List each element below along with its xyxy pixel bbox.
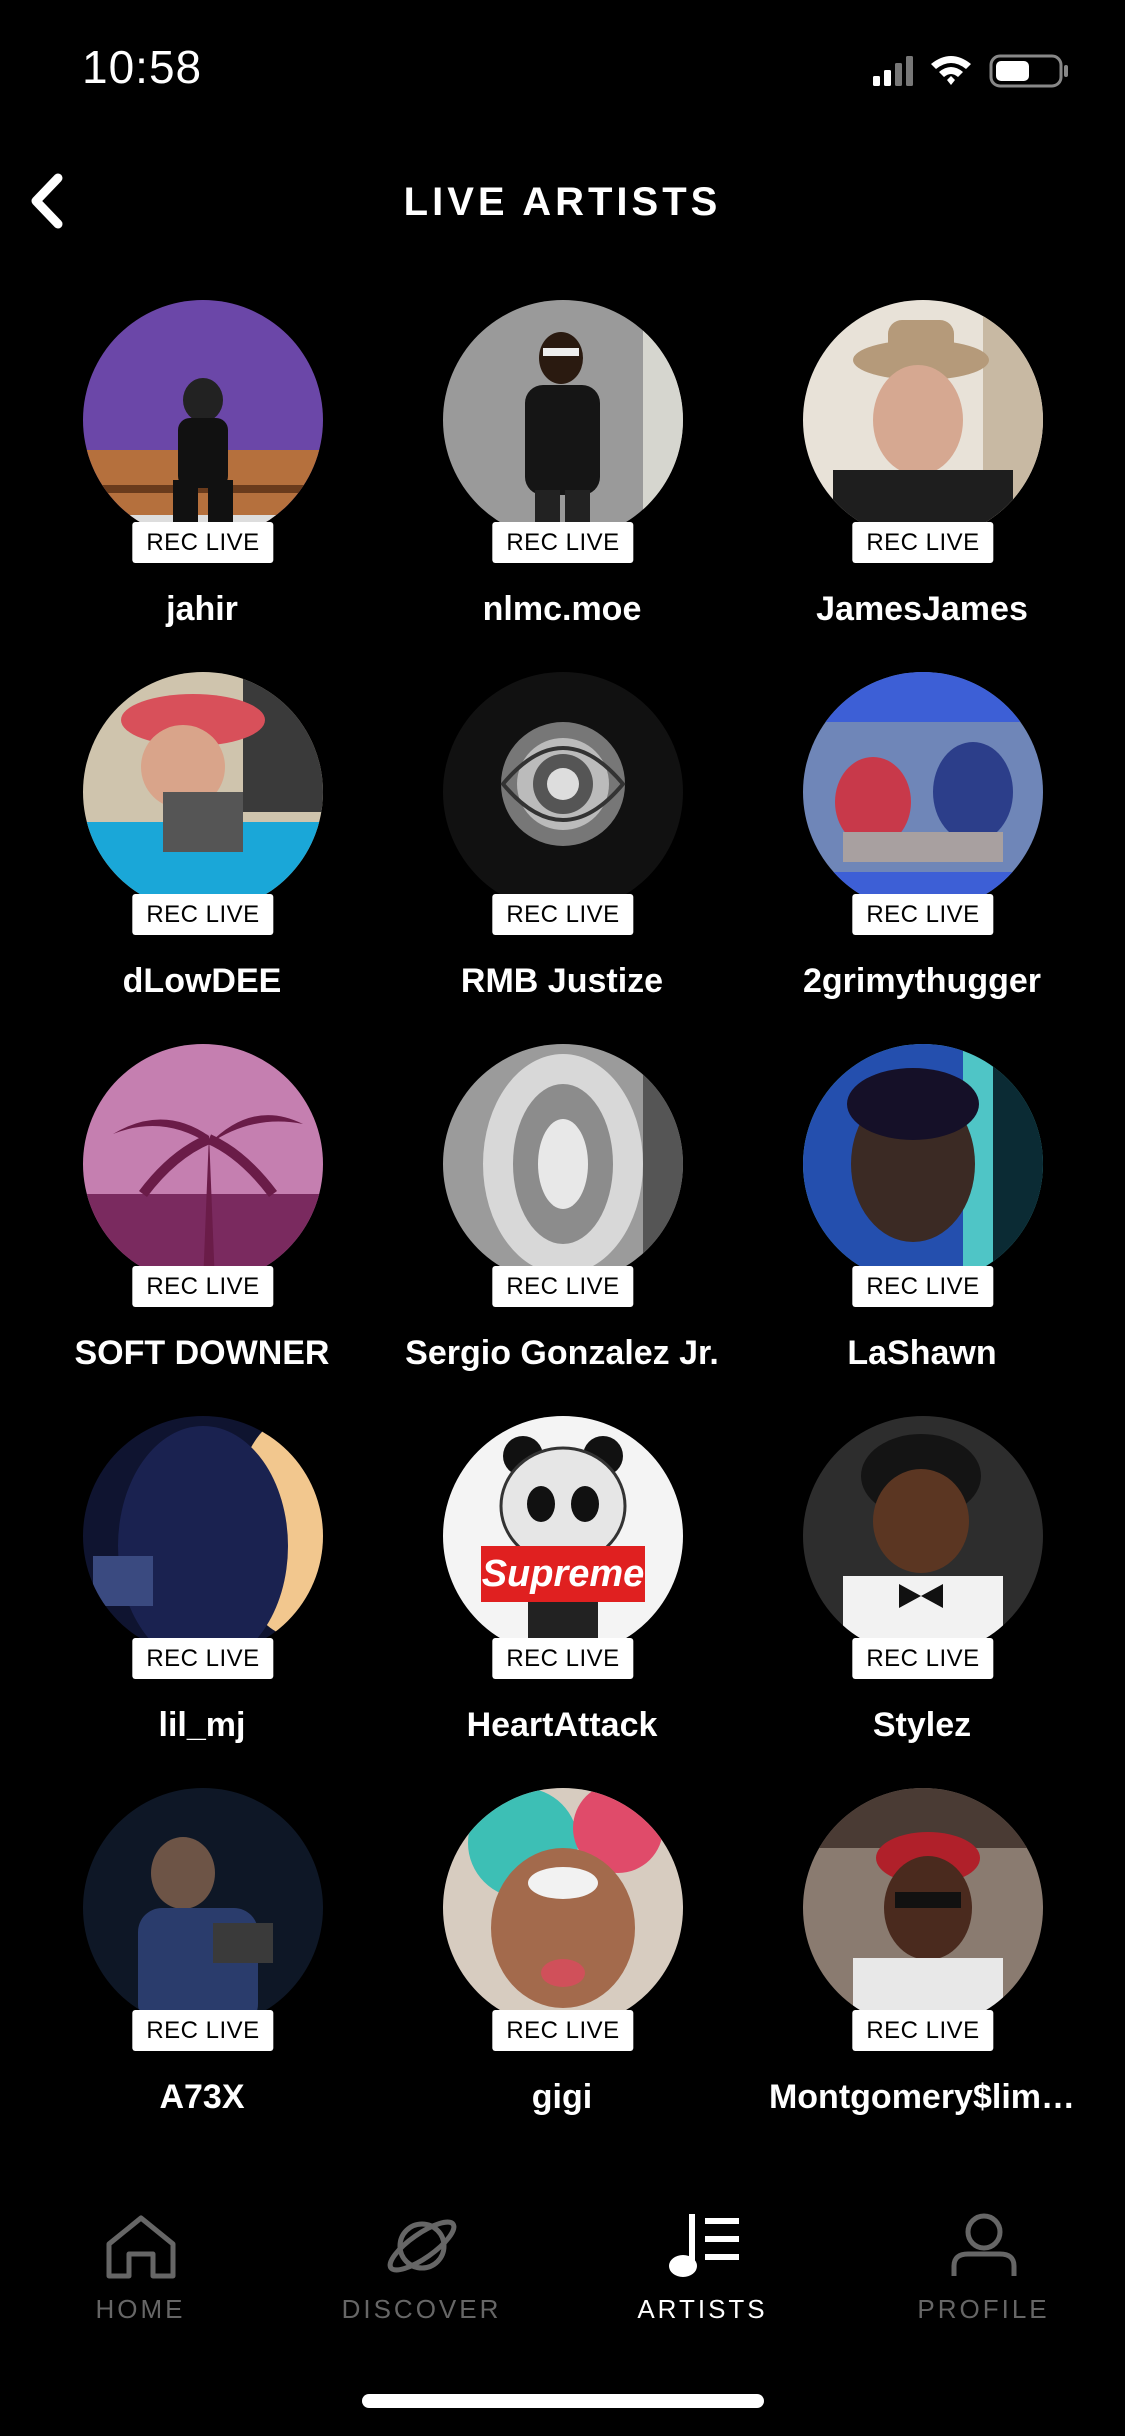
artist-name: SOFT DOWNER <box>74 1334 330 1372</box>
rec-live-badge: REC LIVE <box>492 522 634 563</box>
artist-tile[interactable]: REC LIVE 2grimythugger <box>743 672 1101 1012</box>
tab-home[interactable]: HOME <box>0 2190 281 2340</box>
artist-avatar <box>83 672 323 912</box>
artist-avatar <box>83 1044 323 1284</box>
tab-profile[interactable]: PROFILE <box>843 2190 1124 2340</box>
rec-live-badge: REC LIVE <box>492 1266 634 1307</box>
tab-label: HOME <box>95 2294 186 2324</box>
music-list-icon <box>668 2214 739 2277</box>
rec-live-badge: REC LIVE <box>132 1266 274 1307</box>
artist-tile[interactable]: Supreme REC LIVE HeartAttack <box>383 1416 741 1756</box>
artist-tile[interactable]: REC LIVE dLowDEE <box>23 672 381 1012</box>
artist-name: RMB Justize <box>460 962 664 1000</box>
artist-name: LaShawn <box>847 1334 997 1372</box>
artist-name: 2grimythugger <box>802 962 1042 1000</box>
artist-avatar <box>803 300 1043 540</box>
artist-tile[interactable]: REC LIVE SOFT DOWNER <box>23 1044 381 1384</box>
artist-tile[interactable]: REC LIVE LaShawn <box>743 1044 1101 1384</box>
rec-live-badge: REC LIVE <box>852 1638 994 1679</box>
artist-name: dLowDEE <box>122 962 282 1000</box>
artist-name: HeartAttack <box>466 1706 658 1744</box>
tab-discover[interactable]: DISCOVER <box>281 2190 562 2340</box>
rec-live-badge: REC LIVE <box>852 2010 994 2051</box>
artist-name: jahir <box>166 590 238 628</box>
status-bar: 10:58 <box>0 0 1125 140</box>
tab-label: DISCOVER <box>341 2294 502 2324</box>
artist-tile[interactable]: REC LIVE lil_mj <box>23 1416 381 1756</box>
artist-avatar <box>803 1788 1043 2028</box>
artist-name: A73X <box>159 2078 245 2116</box>
artist-name: nlmc.moe <box>482 590 642 628</box>
rec-live-badge: REC LIVE <box>492 1638 634 1679</box>
rec-live-badge: REC LIVE <box>132 894 274 935</box>
page-title: LIVE ARTISTS <box>403 180 722 224</box>
rec-live-badge: REC LIVE <box>492 2010 634 2051</box>
artist-tile[interactable]: REC LIVE Montgomery$lim… <box>743 1788 1101 2128</box>
rec-live-badge: REC LIVE <box>852 522 994 563</box>
tab-bar: HOME DISCOVER ARTISTS PROFILE <box>0 2190 1125 2340</box>
artist-avatar <box>443 300 683 540</box>
cellular-wifi-battery-icon <box>873 54 1068 88</box>
home-indicator[interactable] <box>362 2394 764 2408</box>
artist-tile[interactable]: REC LIVE A73X <box>23 1788 381 2128</box>
artist-name: Stylez <box>872 1706 972 1744</box>
artist-avatar <box>803 1416 1043 1656</box>
artist-tile[interactable]: REC LIVE Sergio Gonzalez Jr. <box>383 1044 741 1384</box>
header: LIVE ARTISTS <box>0 150 1125 260</box>
artist-avatar <box>443 1044 683 1284</box>
supreme-logo-text: Supreme <box>482 1553 645 1595</box>
artist-avatar <box>83 1416 323 1656</box>
artist-name: JamesJames <box>816 590 1028 628</box>
artist-avatar <box>443 1788 683 2028</box>
person-icon <box>951 2213 1016 2276</box>
artist-tile[interactable]: REC LIVE gigi <box>383 1788 741 2128</box>
tab-artists[interactable]: ARTISTS <box>562 2190 843 2340</box>
artist-tile[interactable]: REC LIVE JamesJames <box>743 300 1101 640</box>
artist-tile[interactable]: REC LIVE Stylez <box>743 1416 1101 1756</box>
rec-live-badge: REC LIVE <box>492 894 634 935</box>
artist-tile[interactable]: REC LIVE nlmc.moe <box>383 300 741 640</box>
artist-avatar <box>443 672 683 912</box>
rec-live-badge: REC LIVE <box>852 894 994 935</box>
rec-live-badge: REC LIVE <box>132 522 274 563</box>
rec-live-badge: REC LIVE <box>132 2010 274 2051</box>
artist-name: lil_mj <box>158 1706 246 1744</box>
status-time: 10:58 <box>82 41 203 93</box>
artist-name: gigi <box>531 2078 593 2116</box>
planet-icon <box>387 2219 456 2273</box>
artist-name: Montgomery$lim… <box>768 2078 1076 2116</box>
artist-avatar <box>803 1044 1043 1284</box>
artist-avatar <box>803 672 1043 912</box>
artist-tile[interactable]: REC LIVE RMB Justize <box>383 672 741 1012</box>
rec-live-badge: REC LIVE <box>132 1638 274 1679</box>
artist-avatar: Supreme <box>443 1416 683 1656</box>
rec-live-badge: REC LIVE <box>852 1266 994 1307</box>
tab-label: ARTISTS <box>637 2294 768 2324</box>
artist-name: Sergio Gonzalez Jr. <box>405 1334 719 1372</box>
artist-tile[interactable]: REC LIVE jahir <box>23 300 381 640</box>
artist-avatar <box>83 300 323 540</box>
artist-avatar <box>83 1788 323 2028</box>
tab-label: PROFILE <box>917 2294 1050 2324</box>
status-icons <box>873 50 1083 90</box>
home-icon <box>106 2215 175 2279</box>
